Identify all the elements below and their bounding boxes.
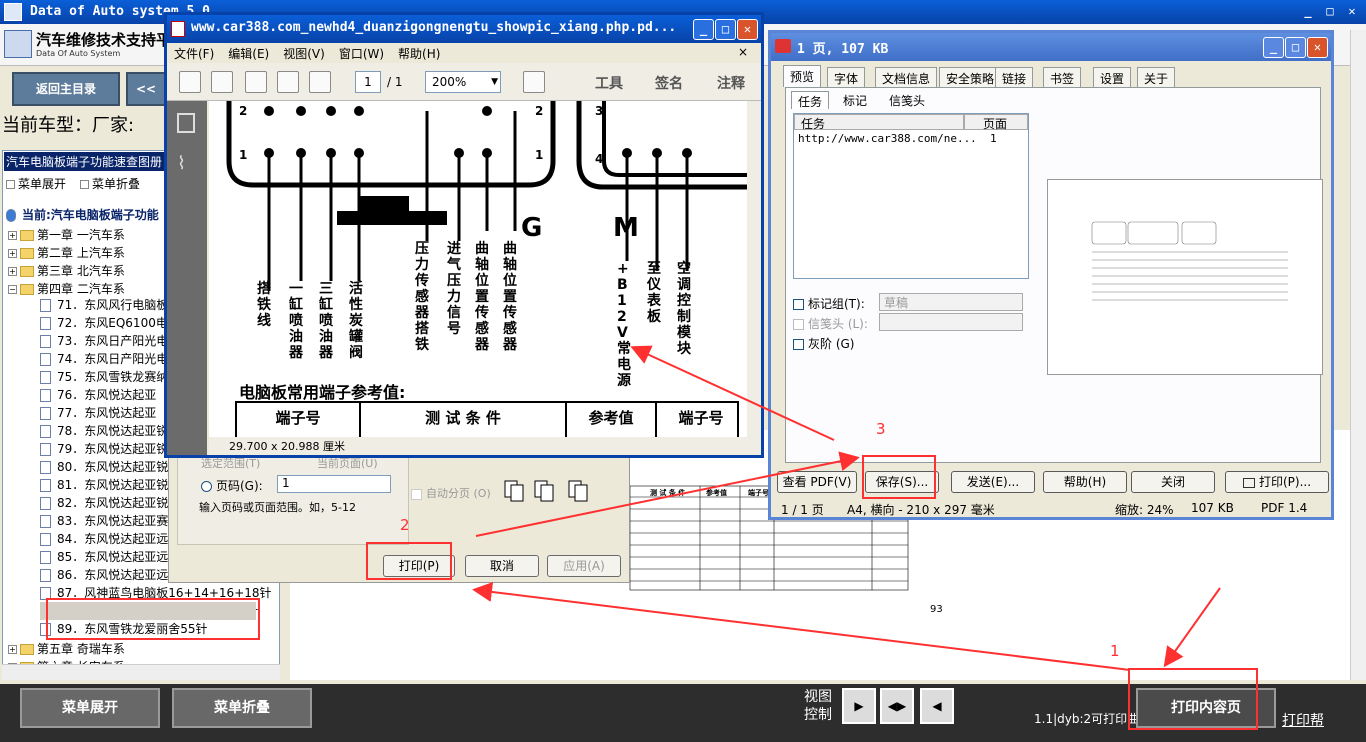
- arrow-1: [1163, 587, 1221, 668]
- arrow-to-print: [472, 582, 1131, 671]
- annotation-number-3: 3: [876, 420, 886, 438]
- arrow-2: [475, 451, 860, 537]
- arrow-3: [630, 345, 835, 441]
- annotation-number-2: 2: [400, 516, 410, 534]
- annotation-number-1: 1: [1110, 642, 1120, 660]
- annotation-arrows: [472, 345, 1221, 671]
